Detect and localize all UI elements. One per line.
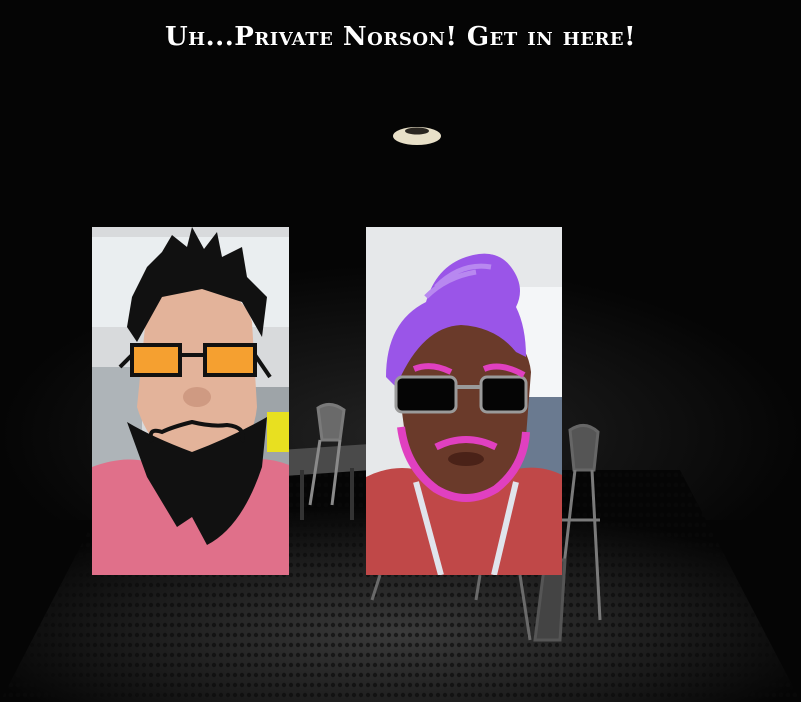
character-portrait-right: [366, 227, 562, 575]
character-portrait-left: [92, 227, 289, 575]
character-left-drawing: [92, 227, 289, 575]
game-scene: Uh...Private Norson! Get in here!: [0, 0, 801, 702]
dialog-title: Uh...Private Norson! Get in here!: [164, 22, 637, 52]
character-right-drawing: [366, 227, 562, 575]
